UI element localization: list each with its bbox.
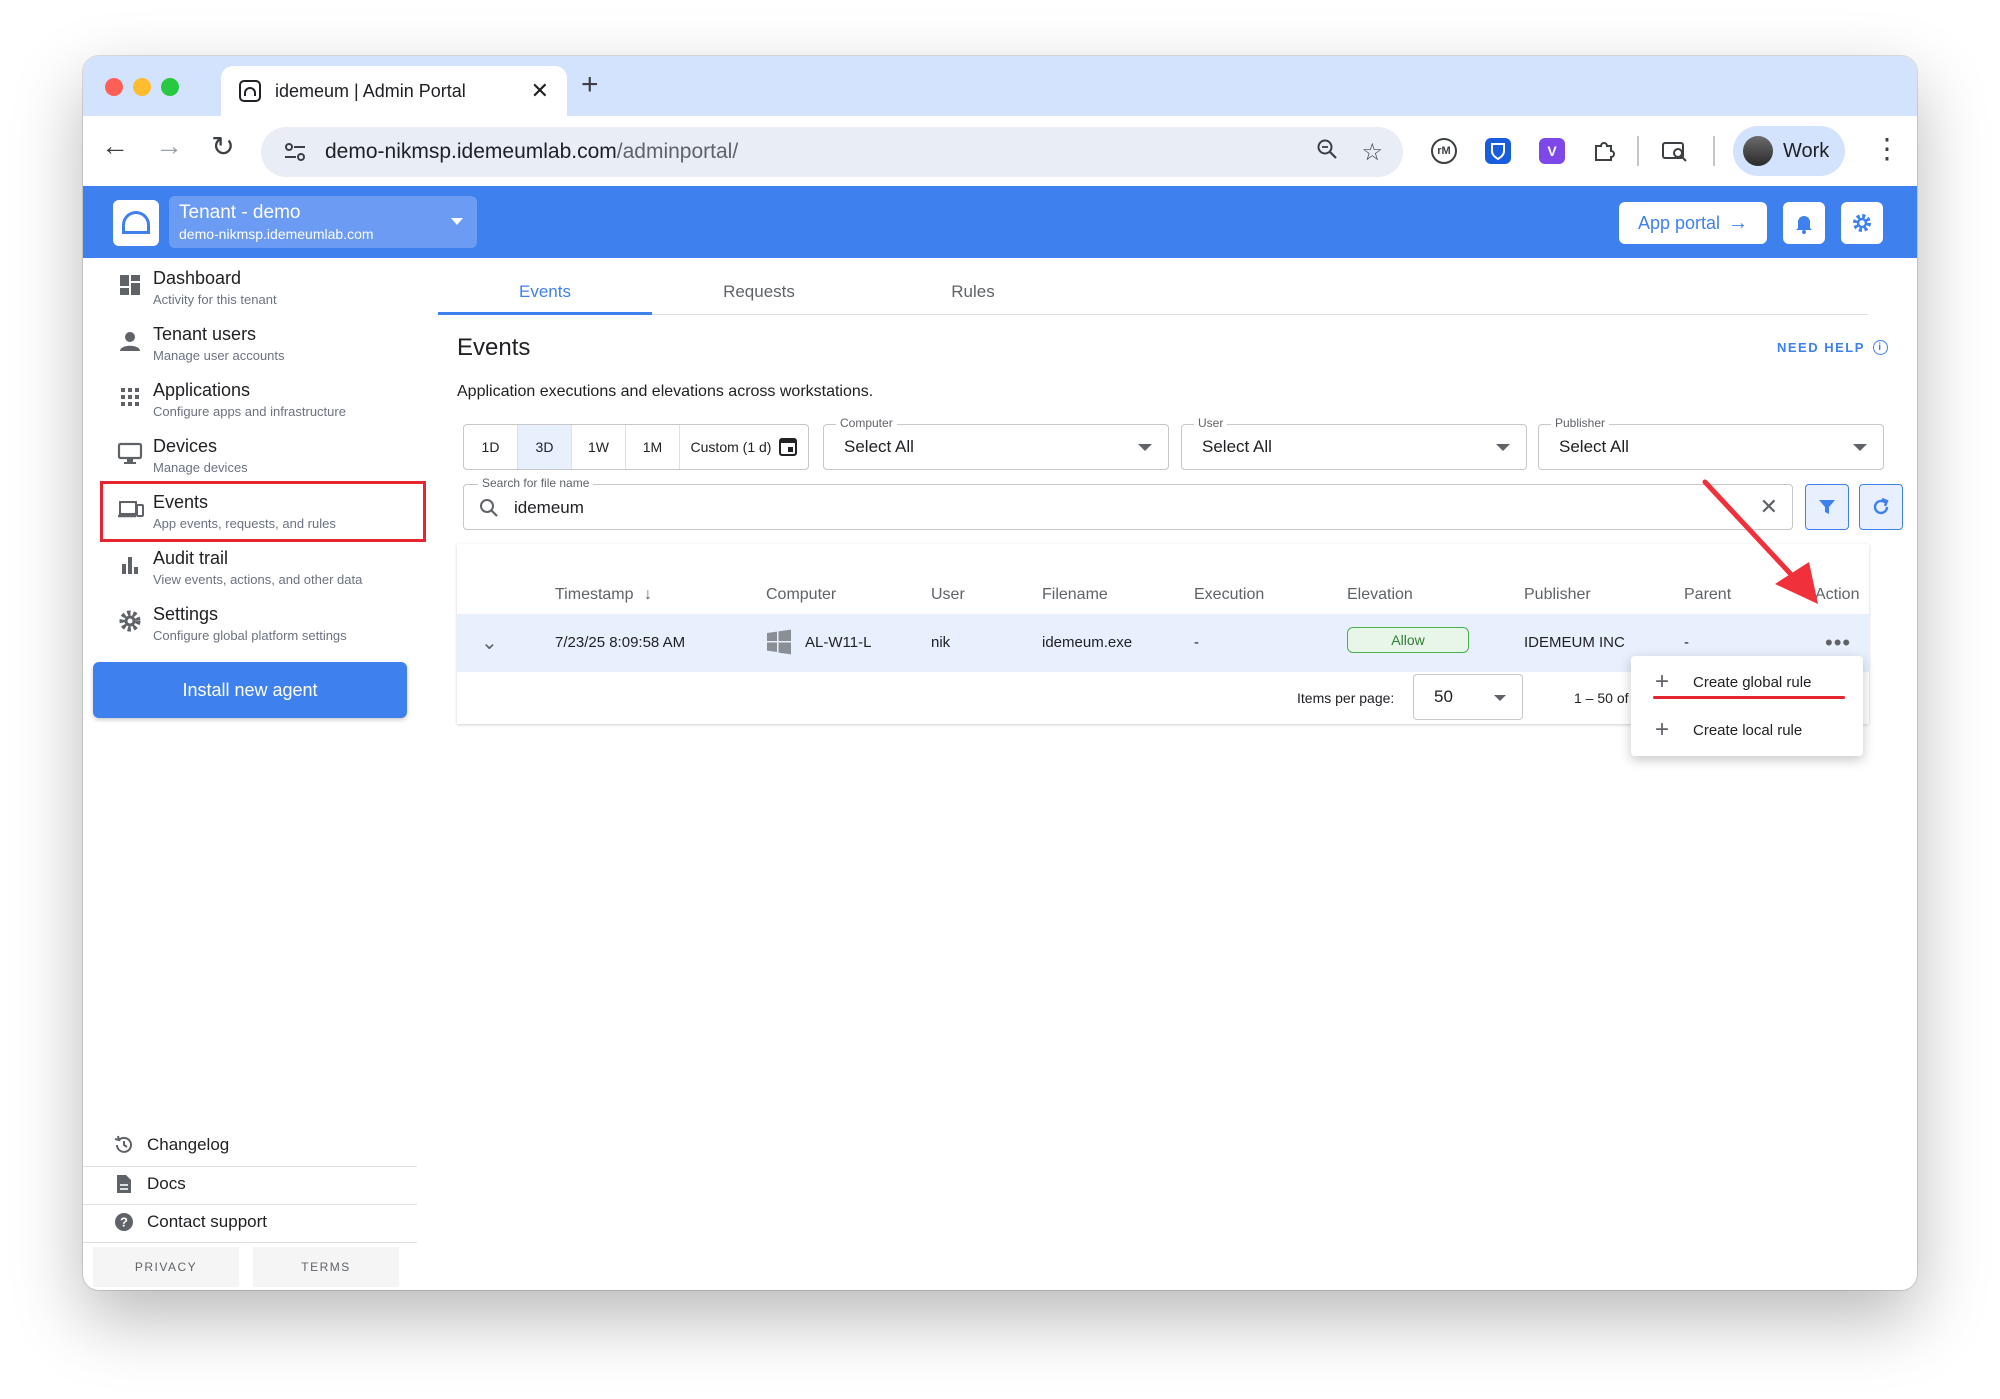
annotation-arrow-icon: [1702, 479, 1818, 604]
browser-window: idemeum | Admin Portal ✕ + ← → ↻ demo-ni…: [83, 56, 1917, 1290]
